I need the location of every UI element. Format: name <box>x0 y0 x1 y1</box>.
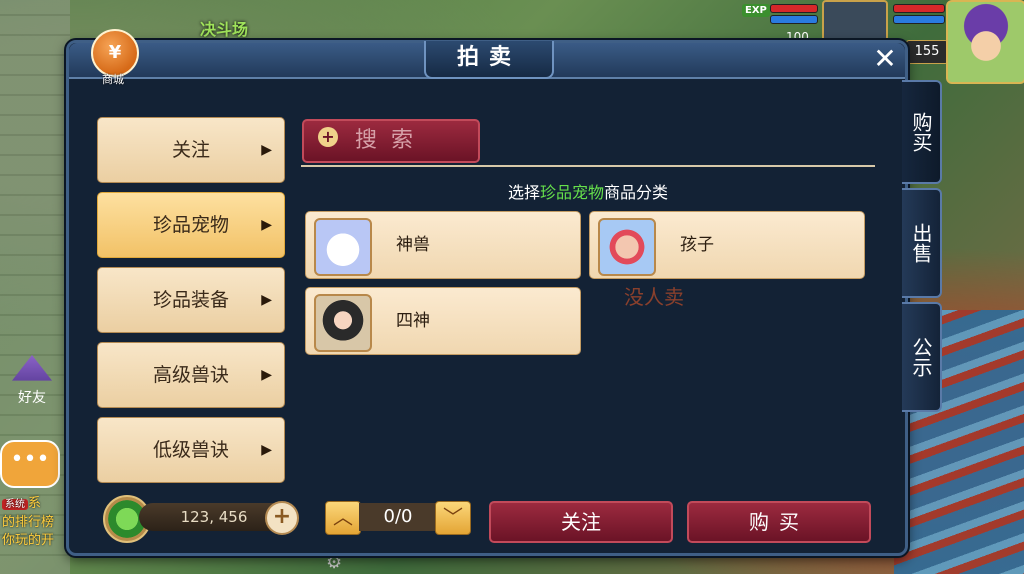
player-avatar[interactable] <box>946 0 1024 84</box>
pet-status-bars <box>770 2 818 26</box>
player-status-bars <box>893 2 945 26</box>
system-chat-line1: 系 <box>28 496 42 511</box>
category-list: 关注 ▶ 珍品宠物 ▶ 珍品装备 ▶ 高级兽诀 ▶ 低级兽诀 ▶ <box>97 117 285 492</box>
arrow-right-icon: ▶ <box>261 292 272 308</box>
follow-button[interactable]: 关注 <box>489 501 673 543</box>
tab-sell[interactable]: 出售 <box>902 188 942 298</box>
mall-label: 商城 <box>102 73 124 86</box>
category-label: 珍品装备 <box>152 289 229 311</box>
divine-beast-icon <box>314 218 372 276</box>
friend-icon <box>12 355 52 381</box>
page-down-button[interactable]: ﹀ <box>435 501 471 535</box>
four-gods-icon <box>314 294 372 352</box>
category-follow[interactable]: 关注 ▶ <box>97 117 285 183</box>
friend-button[interactable]: 好友 <box>4 355 60 415</box>
subtitle-prefix: 选择 <box>507 183 540 202</box>
item-name: 四神 <box>396 311 430 331</box>
tab-buy[interactable]: 购买 <box>902 80 942 184</box>
arrow-right-icon: ▶ <box>261 367 272 383</box>
item-card-divine-beast[interactable]: 神兽 <box>305 211 581 279</box>
category-basic-skills[interactable]: 低级兽诀 ▶ <box>97 417 285 483</box>
auction-window: 拍卖 ✕ ¥ 商城 关注 ▶ 珍品宠物 ▶ 珍品装备 ▶ 高级兽诀 ▶ 低级兽诀… <box>66 29 908 556</box>
tab-notice[interactable]: 公示 <box>902 302 942 412</box>
mall-icon: ¥ <box>91 29 139 77</box>
subtitle-suffix: 商品分类 <box>604 183 669 202</box>
system-tag: 系统 <box>2 499 28 510</box>
system-chat: 系统系 的排行榜 你玩的开 <box>2 495 66 550</box>
add-currency-button[interactable]: + <box>265 501 299 535</box>
page-count: 0/0 <box>359 503 437 531</box>
arrow-right-icon: ▶ <box>261 442 272 458</box>
currency-box: 123, 456 + <box>103 495 299 543</box>
child-icon <box>598 218 656 276</box>
system-chat-line3: 你玩的开 <box>2 533 55 548</box>
page-up-button[interactable]: ︿ <box>325 501 361 535</box>
magnifier-icon: + <box>318 127 338 147</box>
close-button[interactable]: ✕ <box>871 45 899 73</box>
player-level: 155 <box>906 40 948 64</box>
item-card-child[interactable]: 孩子 <box>589 211 865 279</box>
subtitle-highlight: 珍品宠物 <box>539 183 604 202</box>
item-name: 孩子 <box>680 235 714 255</box>
divider <box>301 165 875 167</box>
item-card-four-gods[interactable]: 四神 <box>305 287 581 355</box>
arrow-right-icon: ▶ <box>261 217 272 233</box>
item-name: 神兽 <box>396 235 430 255</box>
buy-button[interactable]: 购买 <box>687 501 871 543</box>
arrow-right-icon: ▶ <box>261 142 272 158</box>
pet-mp-bar <box>770 15 818 24</box>
mall-button[interactable]: ¥ 商城 <box>91 29 139 87</box>
player-mp-bar <box>893 15 945 24</box>
search-button[interactable]: + 搜索 <box>302 119 480 163</box>
category-label: 关注 <box>171 139 210 161</box>
category-label: 珍品宠物 <box>152 214 229 236</box>
window-title: 拍卖 <box>424 41 554 79</box>
search-label: 搜索 <box>354 128 427 153</box>
player-hp-bar <box>893 4 945 13</box>
pet-hp-bar <box>770 4 818 13</box>
pager: ︿ 0/0 ﹀ <box>325 501 471 535</box>
exp-badge: EXP <box>742 4 770 17</box>
empty-notice: 没人卖 <box>624 285 684 309</box>
arena-label: 决斗场 <box>200 20 249 39</box>
system-chat-line2: 的排行榜 <box>2 515 55 530</box>
category-subtitle: 选择珍品宠物商品分类 <box>301 179 875 203</box>
pet-avatar[interactable] <box>822 0 888 44</box>
category-advanced-skills[interactable]: 高级兽诀 ▶ <box>97 342 285 408</box>
side-tabs: 购买 出售 公示 <box>902 80 942 416</box>
category-rare-pets[interactable]: 珍品宠物 ▶ <box>97 192 285 258</box>
friend-label: 好友 <box>18 390 46 406</box>
chat-button[interactable]: ••• <box>0 440 60 488</box>
category-label: 高级兽诀 <box>152 364 229 386</box>
category-label: 低级兽诀 <box>152 439 229 461</box>
category-rare-equipment[interactable]: 珍品装备 ▶ <box>97 267 285 333</box>
